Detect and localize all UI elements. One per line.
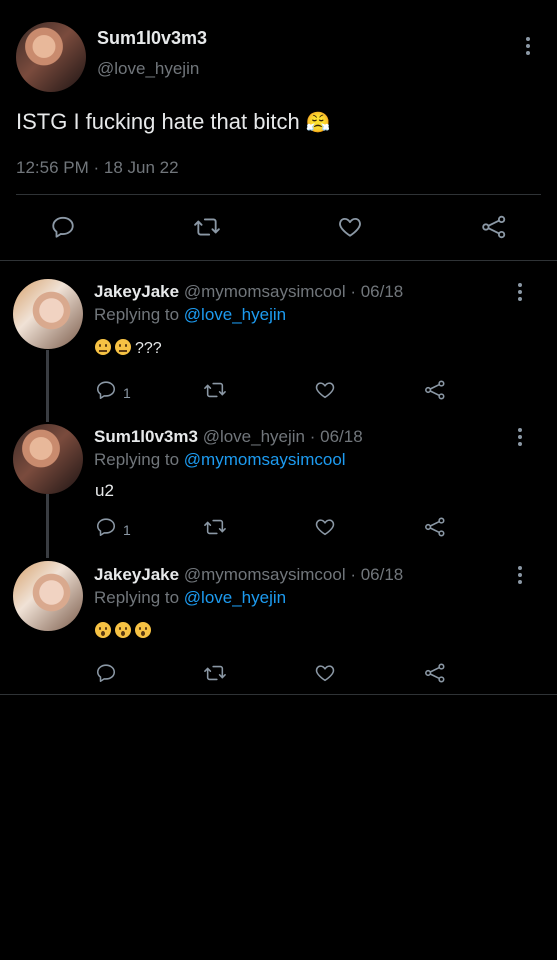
replying-to-link[interactable]: @love_hyejin — [184, 305, 286, 324]
reply-avatar[interactable] — [13, 279, 83, 349]
retweet-icon[interactable] — [192, 214, 222, 240]
reply-text: u2 — [95, 481, 114, 500]
like-icon[interactable] — [337, 214, 363, 240]
retweet-icon[interactable] — [202, 379, 228, 401]
author-display-name[interactable]: Sum1l0v3m3 — [97, 28, 207, 49]
replying-to-label: Replying to — [94, 588, 184, 607]
reply-icon — [95, 662, 117, 684]
reply-text-body: ??? — [135, 340, 162, 357]
divider — [0, 260, 557, 261]
like-icon[interactable] — [314, 516, 336, 538]
reply-handle-date[interactable]: @mymomsaysimcool · 06/18 — [184, 565, 403, 584]
reply-button[interactable] — [95, 662, 117, 684]
reply-button[interactable]: 1 — [95, 516, 131, 538]
replying-to: Replying to @mymomsaysimcool — [94, 450, 346, 470]
unamused-emoji — [95, 339, 111, 355]
retweet-icon[interactable] — [202, 516, 228, 538]
tweet-text: ISTG I fucking hate that bitch 😤 — [16, 109, 331, 135]
reply-count: 1 — [123, 385, 131, 401]
reply-text: ??? — [95, 339, 162, 358]
tweet-text-body: ISTG I fucking hate that bitch — [16, 109, 300, 134]
thread-line — [46, 494, 49, 558]
more-icon[interactable] — [518, 566, 522, 584]
replying-to: Replying to @love_hyejin — [94, 588, 286, 608]
reply-display-name[interactable]: JakeyJake — [94, 282, 179, 301]
retweet-icon[interactable] — [202, 662, 228, 684]
reply-button[interactable]: 1 — [95, 379, 131, 401]
tweet-timestamp[interactable]: 12:56 PM · 18 Jun 22 — [16, 158, 179, 178]
reply-avatar[interactable] — [13, 424, 83, 494]
replying-to-link[interactable]: @love_hyejin — [184, 588, 286, 607]
reply-header: JakeyJake @mymomsaysimcool · 06/18 — [94, 282, 403, 302]
like-icon[interactable] — [314, 662, 336, 684]
reply-text — [95, 622, 155, 641]
reply-header: Sum1l0v3m3 @love_hyejin · 06/18 — [94, 427, 363, 447]
share-icon[interactable] — [424, 379, 446, 401]
share-icon[interactable] — [424, 516, 446, 538]
like-icon[interactable] — [314, 379, 336, 401]
replying-to-label: Replying to — [94, 305, 184, 324]
astonished-emoji — [115, 622, 131, 638]
more-icon[interactable] — [518, 283, 522, 301]
reply-handle-date[interactable]: @love_hyejin · 06/18 — [203, 427, 363, 446]
replying-to-link[interactable]: @mymomsaysimcool — [184, 450, 346, 469]
reply-icon — [95, 379, 117, 401]
author-handle[interactable]: @love_hyejin — [97, 59, 199, 79]
more-icon[interactable] — [526, 37, 530, 55]
divider — [0, 694, 557, 695]
reply-display-name[interactable]: JakeyJake — [94, 565, 179, 584]
replying-to-label: Replying to — [94, 450, 184, 469]
replying-to: Replying to @love_hyejin — [94, 305, 286, 325]
reply-display-name[interactable]: Sum1l0v3m3 — [94, 427, 198, 446]
reply-icon[interactable] — [50, 214, 76, 240]
reply-icon — [95, 516, 117, 538]
tweet-emoji: 😤 — [305, 112, 331, 134]
unamused-emoji — [115, 339, 131, 355]
astonished-emoji — [135, 622, 151, 638]
reply-handle-date[interactable]: @mymomsaysimcool · 06/18 — [184, 282, 403, 301]
share-icon[interactable] — [424, 662, 446, 684]
thread-line — [46, 350, 49, 422]
author-avatar[interactable] — [16, 22, 86, 92]
divider — [16, 194, 541, 195]
astonished-emoji — [95, 622, 111, 638]
reply-avatar[interactable] — [13, 561, 83, 631]
reply-count: 1 — [123, 522, 131, 538]
share-icon[interactable] — [481, 214, 507, 240]
more-icon[interactable] — [518, 428, 522, 446]
reply-header: JakeyJake @mymomsaysimcool · 06/18 — [94, 565, 403, 585]
